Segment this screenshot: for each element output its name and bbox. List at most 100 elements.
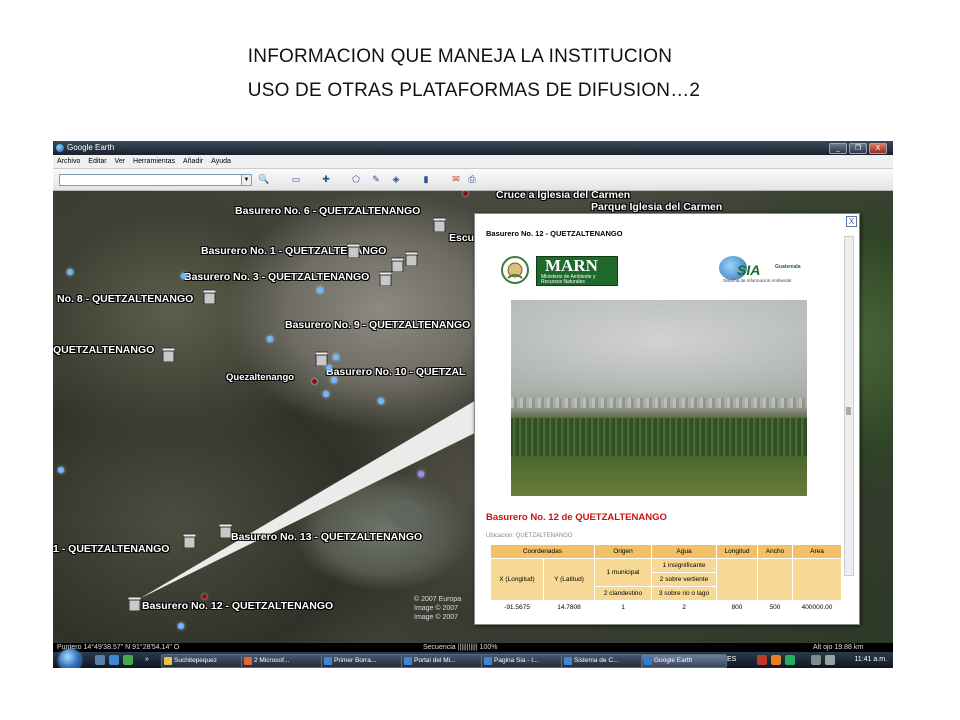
eye-altitude: Alt ojo 19.88 km	[813, 644, 864, 651]
window-titlebar: Google Earth _ ❐ X	[53, 141, 893, 155]
map-pin[interactable]	[326, 365, 332, 371]
trash-bin-icon[interactable]	[379, 271, 392, 286]
sia-wordmark: SIA	[737, 262, 761, 278]
map-pin[interactable]	[181, 273, 187, 279]
map-label-basurero-11[interactable]: 1 - QUETZALTENANGO	[53, 543, 169, 555]
internet-explorer-icon[interactable]	[109, 655, 119, 665]
search-icon[interactable]: 🔍	[257, 173, 271, 186]
print-icon[interactable]: ⎙	[465, 173, 479, 186]
trash-bin-icon[interactable]	[315, 351, 328, 366]
trash-bin-icon[interactable]	[128, 596, 141, 611]
map-label-basurero-9[interactable]: Basurero No. 9 - QUETZALTENANGO	[285, 319, 470, 331]
map-pin[interactable]	[418, 471, 424, 477]
sia-country: Guatemala	[775, 264, 801, 270]
language-indicator[interactable]: ES	[727, 652, 736, 668]
trash-bin-icon[interactable]	[203, 289, 216, 304]
trash-bin-icon[interactable]	[183, 533, 196, 548]
map-pin[interactable]	[178, 623, 184, 629]
add-path-icon[interactable]: ✎	[369, 173, 383, 186]
map-pin-selected[interactable]	[312, 379, 317, 384]
map-pin[interactable]	[331, 377, 337, 383]
map-label-quetzaltenango[interactable]: QUETZALTENANGO	[53, 344, 154, 356]
map-label-basurero-6[interactable]: Basurero No. 6 - QUETZALTENANGO	[235, 205, 420, 217]
table-cell-empty	[792, 558, 842, 601]
map-label-basurero-8[interactable]: No. 8 - QUETZALTENANGO	[57, 293, 193, 305]
taskbar-item[interactable]: Suchitepequez	[161, 654, 243, 668]
menu-herramientas[interactable]: Herramientas	[133, 158, 175, 165]
tray-battery-icon[interactable]	[825, 655, 835, 665]
taskbar-item[interactable]: Sistema de C...	[561, 654, 645, 668]
map-label-basurero-10[interactable]: Basurero No. 10 - QUETZAL	[326, 366, 465, 378]
add-placemark-icon[interactable]: ✚	[319, 173, 333, 186]
table-cell-empty	[716, 558, 758, 601]
menu-ayuda[interactable]: Ayuda	[211, 158, 231, 165]
balloon-close-button[interactable]: X	[846, 216, 857, 227]
add-overlay-icon[interactable]: ◈	[389, 173, 403, 186]
start-button[interactable]	[59, 649, 81, 668]
map-label-cruce[interactable]: Cruce a Iglesia del Carmen	[496, 191, 630, 201]
map-pin[interactable]	[267, 336, 273, 342]
trash-bin-icon[interactable]	[347, 243, 360, 258]
show-desktop-icon[interactable]	[95, 655, 105, 665]
minimize-button[interactable]: _	[829, 143, 847, 154]
balloon-scrollbar[interactable]	[844, 236, 854, 576]
map-label-city[interactable]: Quezaltenango	[226, 372, 294, 383]
google-earth-logo-icon	[56, 144, 64, 152]
maximize-button[interactable]: ❐	[849, 143, 867, 154]
search-input[interactable]	[59, 174, 247, 186]
email-icon[interactable]: ✉	[449, 173, 463, 186]
add-polygon-icon[interactable]: ⬠	[349, 173, 363, 186]
windows-taskbar: » Suchitepequez 2 Microsof... Primer Bor…	[53, 649, 893, 668]
sidebar-toggle-icon[interactable]: ▭	[289, 173, 303, 186]
taskbar-item-active[interactable]: Google Earth	[641, 654, 727, 668]
guatemala-emblem-icon	[501, 256, 529, 284]
table-value-area: 400000.00	[792, 600, 842, 615]
close-button[interactable]: X	[869, 143, 887, 154]
map-label-escu[interactable]: Escu	[449, 232, 474, 244]
system-clock[interactable]: 11:41 a.m.	[854, 652, 887, 668]
menu-ver[interactable]: Ver	[115, 158, 126, 165]
trash-bin-icon[interactable]	[219, 523, 232, 538]
table-header-area: Area	[792, 544, 842, 559]
trash-bin-icon[interactable]	[162, 347, 175, 362]
map-pin-selected[interactable]	[463, 191, 468, 196]
table-value-x: -91.5675	[490, 600, 544, 615]
tray-antivirus-icon[interactable]	[757, 655, 767, 665]
map-label-basurero-12[interactable]: Basurero No. 12 - QUETZALTENANGO	[142, 600, 333, 612]
trash-bin-icon[interactable]	[405, 251, 418, 266]
table-header-longitud: Longitud	[716, 544, 758, 559]
map-pin[interactable]	[333, 354, 339, 360]
menu-archivo[interactable]: Archivo	[57, 158, 80, 165]
trash-bin-icon[interactable]	[391, 257, 404, 272]
quicklaunch-chevron-icon[interactable]: »	[145, 652, 149, 668]
table-value-y: 14.7808	[543, 600, 595, 615]
earth-map-view[interactable]: Cruce a Iglesia del Carmen Parque Iglesi…	[53, 191, 893, 643]
taskbar-item[interactable]: Portal del Mi...	[401, 654, 485, 668]
map-label-basurero-13[interactable]: Basurero No. 13 - QUETZALTENANGO	[231, 531, 422, 543]
tray-network-icon[interactable]	[785, 655, 795, 665]
map-label-parque[interactable]: Parque Iglesia del Carmen	[591, 201, 722, 213]
ruler-icon[interactable]: ▮	[419, 173, 433, 186]
map-pin[interactable]	[317, 287, 323, 293]
table-subheader-x: X (Longitud)	[490, 558, 544, 601]
media-icon[interactable]	[123, 655, 133, 665]
taskbar-item[interactable]: Pagina Sia - I...	[481, 654, 565, 668]
map-pin[interactable]	[378, 398, 384, 404]
map-pin[interactable]	[58, 467, 64, 473]
map-pin[interactable]	[323, 391, 329, 397]
table-value-agua: 2	[651, 600, 717, 615]
toolbar: ▼ 🔍 ▭ ✚ ⬠ ✎ ◈ ▮ ✉ ⎙	[53, 169, 893, 191]
taskbar-item[interactable]: Primer Borra...	[321, 654, 405, 668]
menu-anadir[interactable]: Añadir	[183, 158, 203, 165]
taskbar-item[interactable]: 2 Microsof...	[241, 654, 325, 668]
tray-update-icon[interactable]	[771, 655, 781, 665]
map-pin-selected[interactable]	[202, 594, 207, 599]
marn-subtitle: Ministerio de Ambiente y Recursos Natura…	[541, 274, 596, 285]
map-label-basurero-3[interactable]: Basurero No. 3 - QUETZALTENANGO	[184, 271, 369, 283]
menu-editar[interactable]: Editar	[88, 158, 106, 165]
trash-bin-icon[interactable]	[433, 217, 446, 232]
tray-volume-icon[interactable]	[811, 655, 821, 665]
search-dropdown-chevron-icon[interactable]: ▼	[241, 174, 252, 186]
marn-box: MARN Ministerio de Ambiente y Recursos N…	[536, 256, 618, 286]
map-pin[interactable]	[67, 269, 73, 275]
